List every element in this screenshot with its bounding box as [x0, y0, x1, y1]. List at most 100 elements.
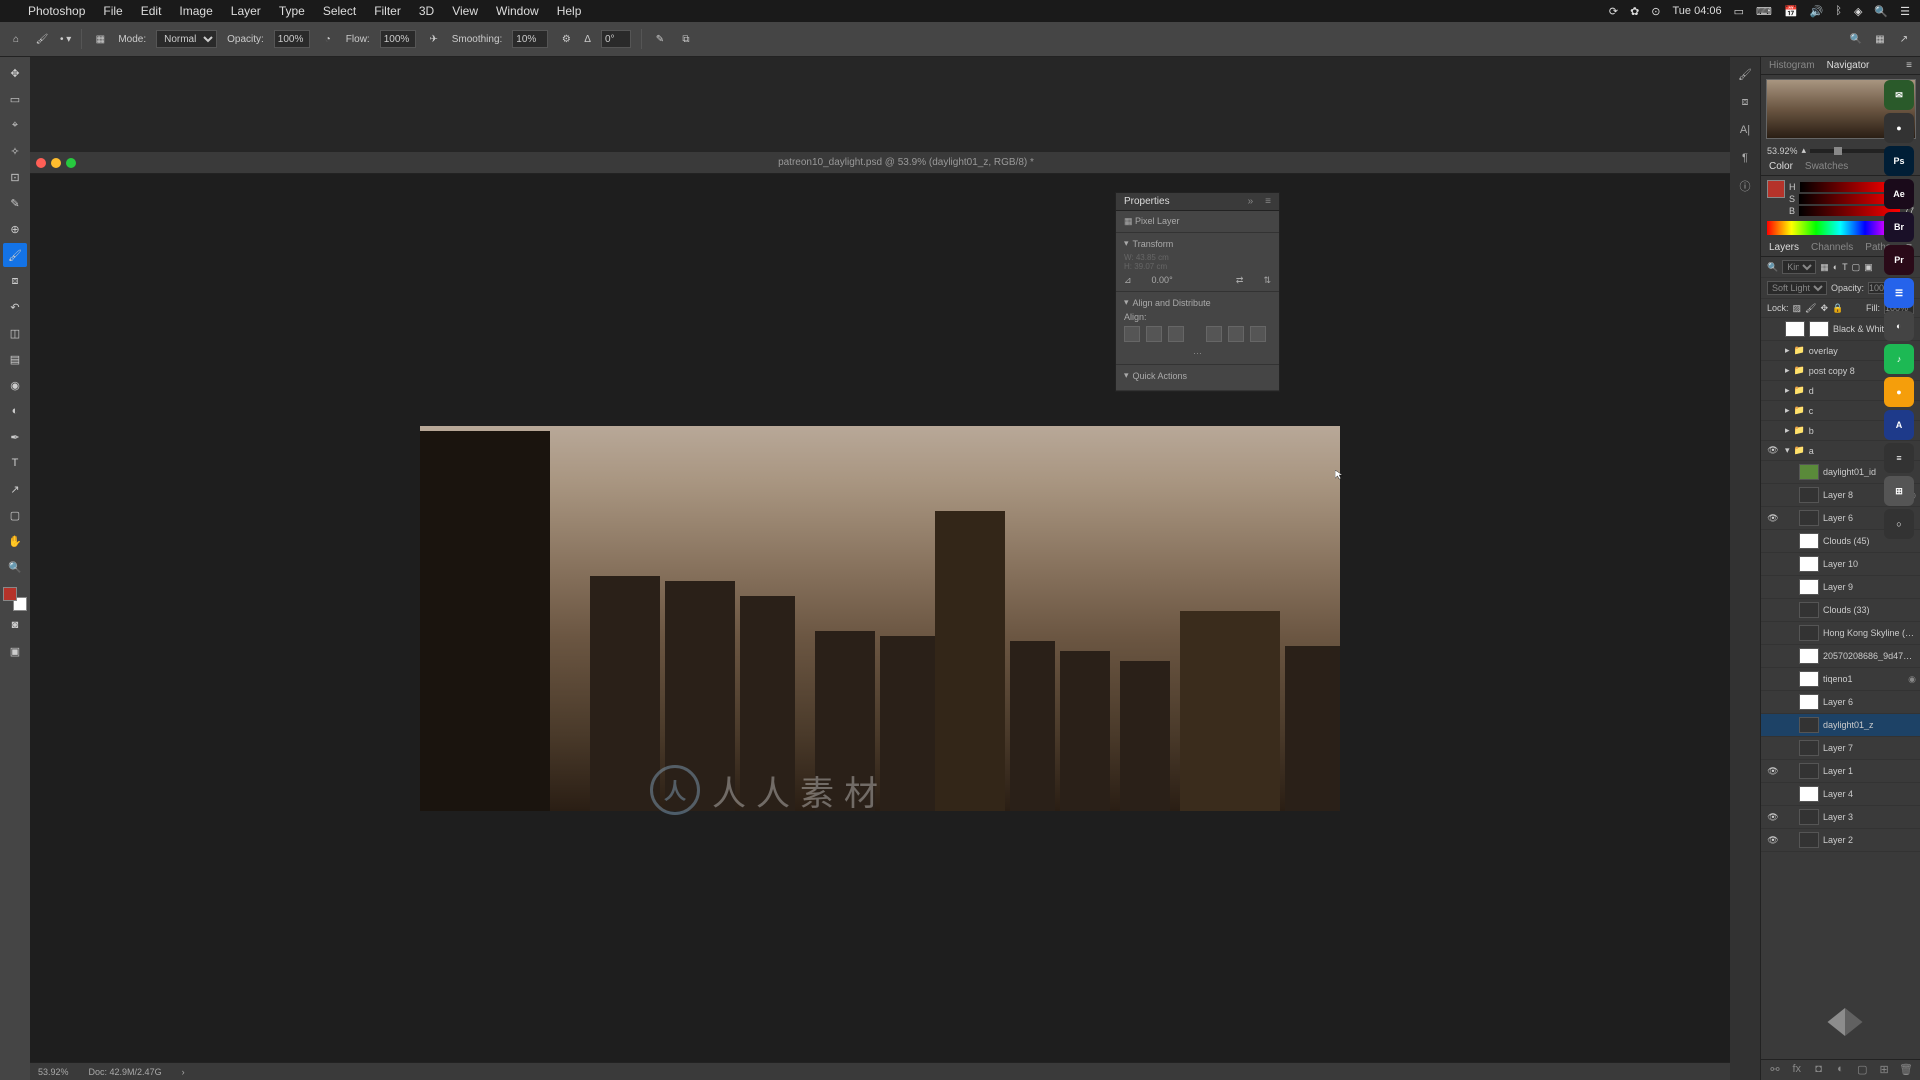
dock-app[interactable]: ◐: [1884, 311, 1914, 341]
brushes-panel-icon[interactable]: 🖌: [1734, 63, 1756, 85]
dock-app[interactable]: Ps: [1884, 146, 1914, 176]
battery-icon[interactable]: ▭: [1734, 5, 1744, 18]
layer-thumbnail[interactable]: [1799, 786, 1819, 802]
dock-app[interactable]: Pr: [1884, 245, 1914, 275]
close-icon[interactable]: [36, 158, 46, 168]
hand-tool[interactable]: ✋: [3, 529, 27, 553]
share-icon[interactable]: ↗: [1896, 31, 1912, 47]
app-name-menu[interactable]: Photoshop: [28, 4, 85, 18]
angle-input[interactable]: [601, 30, 631, 48]
dock-app[interactable]: ⊞: [1884, 476, 1914, 506]
folder-arrow-icon[interactable]: ▸: [1785, 385, 1790, 396]
layer-name[interactable]: Layer 1: [1823, 766, 1916, 776]
layer-row[interactable]: 👁 Layer 2: [1761, 829, 1920, 852]
folder-arrow-icon[interactable]: ▸: [1785, 345, 1790, 356]
zoom-out-icon[interactable]: ▴: [1802, 145, 1807, 156]
lock-pos-icon[interactable]: ✥: [1820, 303, 1828, 314]
dock-app[interactable]: ♪: [1884, 344, 1914, 374]
more-options-icon[interactable]: ⋯: [1124, 348, 1271, 359]
rotate-icon[interactable]: ⊿: [1124, 275, 1132, 286]
brush-tool-icon[interactable]: 🖌: [34, 31, 50, 47]
airbrush-icon[interactable]: ✈: [426, 31, 442, 47]
align-left-button[interactable]: [1124, 326, 1140, 342]
color-swatch[interactable]: [3, 587, 27, 611]
menu-3d[interactable]: 3D: [419, 4, 434, 18]
dock-app[interactable]: ○: [1884, 509, 1914, 539]
menu-filter[interactable]: Filter: [374, 4, 401, 18]
history-brush-tool[interactable]: ↶: [3, 295, 27, 319]
color-tab[interactable]: Color: [1769, 161, 1793, 172]
heal-tool[interactable]: ⊕: [3, 217, 27, 241]
filter-pixel-icon[interactable]: ▦: [1820, 262, 1829, 273]
layer-thumbnail[interactable]: [1799, 533, 1819, 549]
brush-settings-icon[interactable]: ▦: [92, 31, 108, 47]
navigator-tab[interactable]: Navigator: [1827, 60, 1870, 71]
align-vcenter-button[interactable]: [1228, 326, 1244, 342]
menu-layer[interactable]: Layer: [231, 4, 261, 18]
folder-arrow-icon[interactable]: ▸: [1785, 365, 1790, 376]
para-panel-icon[interactable]: ¶: [1734, 147, 1756, 169]
layer-name[interactable]: Layer 2: [1823, 835, 1916, 845]
swatches-tab[interactable]: Swatches: [1805, 161, 1848, 172]
angle-value[interactable]: 0.00°: [1152, 275, 1173, 286]
dock-app[interactable]: Br: [1884, 212, 1914, 242]
folder-arrow-icon[interactable]: ▸: [1785, 425, 1790, 436]
layer-thumbnail[interactable]: [1799, 717, 1819, 733]
chevron-down-icon[interactable]: ▾: [1124, 370, 1129, 381]
layer-row[interactable]: 20570208686_9d47689eb2_b: [1761, 645, 1920, 668]
symmetry-icon[interactable]: ⧉: [678, 31, 694, 47]
layer-name[interactable]: daylight01_z: [1823, 720, 1916, 730]
stamp-tool[interactable]: ⧈: [3, 269, 27, 293]
menu-edit[interactable]: Edit: [141, 4, 162, 18]
layer-row[interactable]: Clouds (33): [1761, 599, 1920, 622]
channels-tab[interactable]: Channels: [1811, 242, 1853, 253]
align-top-button[interactable]: [1206, 326, 1222, 342]
zoom-status[interactable]: 53.92%: [38, 1067, 69, 1077]
search-icon[interactable]: 🔍: [1848, 31, 1864, 47]
brush-preset-picker[interactable]: • ▾: [60, 34, 71, 45]
layer-thumbnail[interactable]: [1799, 671, 1819, 687]
layer-thumbnail[interactable]: [1799, 832, 1819, 848]
flow-input[interactable]: [380, 30, 416, 48]
group-icon[interactable]: ▢: [1855, 1063, 1869, 1077]
layer-name[interactable]: Layer 4: [1823, 789, 1916, 799]
visibility-toggle[interactable]: 👁: [1765, 835, 1781, 846]
dock-app[interactable]: ✉: [1884, 80, 1914, 110]
zoom-value[interactable]: 53.92%: [1767, 146, 1798, 156]
menu-view[interactable]: View: [452, 4, 478, 18]
bluetooth-icon[interactable]: ᛒ: [1835, 5, 1842, 17]
layer-row[interactable]: 👁Layer 3: [1761, 806, 1920, 829]
type-tool[interactable]: T: [3, 451, 27, 475]
sync-icon[interactable]: ⟳: [1609, 5, 1618, 18]
workspace-icon[interactable]: ▦: [1872, 31, 1888, 47]
newlayer-icon[interactable]: ⊞: [1877, 1063, 1891, 1077]
maximize-icon[interactable]: [66, 158, 76, 168]
shape-tool[interactable]: ▢: [3, 503, 27, 527]
layer-row[interactable]: Hong Kong Skyline (328): [1761, 622, 1920, 645]
layer-row[interactable]: Layer 10: [1761, 553, 1920, 576]
layer-thumbnail[interactable]: [1799, 763, 1819, 779]
layer-name[interactable]: Layer 10: [1823, 559, 1916, 569]
color-preview[interactable]: [1767, 180, 1785, 198]
filter-type-icon[interactable]: T: [1842, 262, 1848, 272]
layer-row[interactable]: Layer 6: [1761, 691, 1920, 714]
layer-name[interactable]: 20570208686_9d47689eb2_b: [1823, 651, 1916, 661]
wifi2-icon[interactable]: ◈: [1854, 5, 1862, 18]
pen-tool[interactable]: ✒: [3, 425, 27, 449]
panel-dock-icon[interactable]: »: [1248, 196, 1254, 207]
zoom-tool[interactable]: 🔍: [3, 555, 27, 579]
layer-row[interactable]: tiqeno1◉: [1761, 668, 1920, 691]
blend-mode-layer-select[interactable]: Soft Light: [1767, 281, 1827, 295]
opacity-input[interactable]: [274, 30, 310, 48]
volume-icon[interactable]: 🔊: [1810, 5, 1824, 18]
docsize-status[interactable]: Doc: 42.9M/2.47G: [89, 1067, 162, 1077]
marquee-tool[interactable]: ▭: [3, 87, 27, 111]
chevron-down-icon[interactable]: ▾: [1124, 297, 1129, 308]
home-icon[interactable]: ⌂: [8, 31, 24, 47]
dock-app[interactable]: ●: [1884, 113, 1914, 143]
dock-app[interactable]: ●: [1884, 377, 1914, 407]
layer-thumbnail[interactable]: [1799, 579, 1819, 595]
info-panel-icon[interactable]: ⓘ: [1734, 175, 1756, 197]
fx-icon[interactable]: fx: [1790, 1063, 1804, 1077]
align-right-button[interactable]: [1168, 326, 1184, 342]
